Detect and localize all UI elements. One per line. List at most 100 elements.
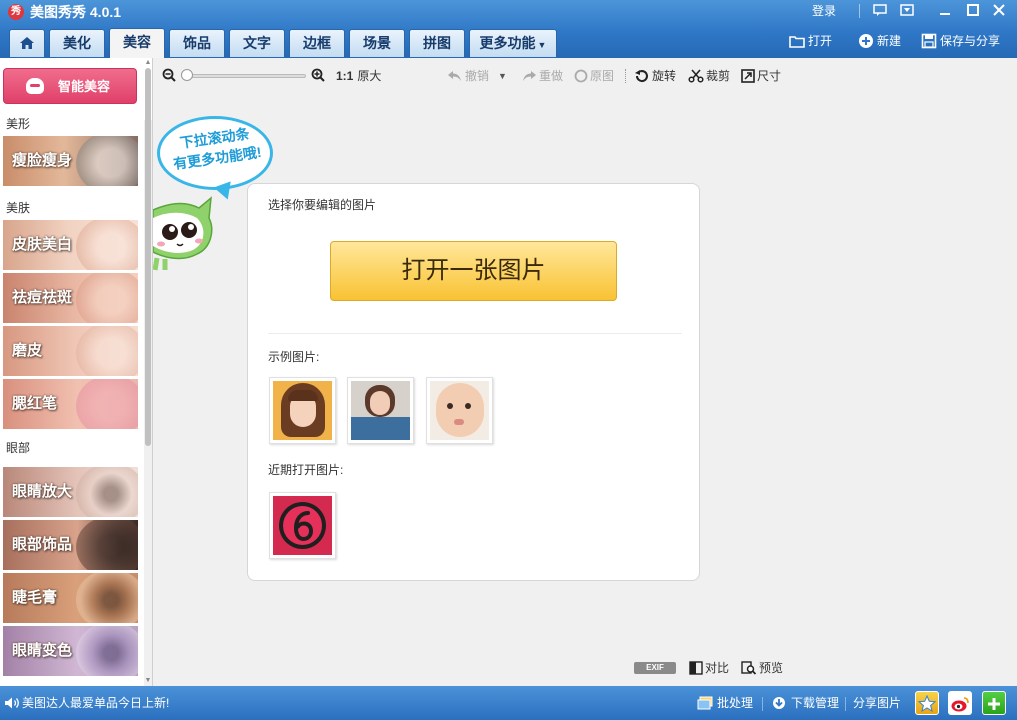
new-label: 新建 [877,34,902,48]
new-button[interactable]: 新建 [858,32,901,50]
example-thumbnail-2[interactable] [347,377,414,444]
folder-icon [789,36,805,48]
section-label-shape: 美形 [6,117,31,131]
status-separator [762,697,763,711]
original-image-button[interactable]: 原图 [574,68,614,84]
scale-icon [76,136,138,186]
recent-image-number-6 [273,496,332,555]
undo-history-dropdown[interactable]: ▼ [498,68,507,84]
tool-eye-enlarge[interactable]: 眼睛放大 [3,467,138,517]
chevron-down-icon: ▼ [498,71,507,81]
tab-text[interactable]: 文字 [229,29,285,57]
feedback-icon[interactable] [869,2,891,20]
tab-more-features[interactable]: 更多功能 ▼ [469,29,557,57]
tool-slim-face[interactable]: 瘦脸瘦身 [3,136,138,186]
tool-label: 眼睛放大 [12,483,73,500]
actual-size-button[interactable]: 1:1 原大 [336,68,381,84]
skin-icon [76,220,138,270]
tab-frame[interactable]: 边框 [289,29,345,57]
tab-scene[interactable]: 场景 [349,29,405,57]
tab-collage[interactable]: 拼图 [409,29,465,57]
resize-button[interactable]: 尺寸 [741,68,781,84]
compare-button[interactable]: 对比 [689,660,729,676]
status-separator [845,697,846,711]
crop-label: 裁剪 [706,69,731,83]
tab-beauty[interactable]: 美容 [109,28,165,58]
undo-icon [448,71,461,81]
crop-button[interactable]: 裁剪 [688,68,730,84]
scroll-down-arrow[interactable]: ▼ [144,677,152,684]
tab-home[interactable] [9,29,45,57]
tool-eye-color[interactable]: 眼睛变色 [3,626,138,676]
exif-button[interactable]: EXIF [634,662,676,674]
open-image-button[interactable]: 打开一张图片 [330,241,617,301]
tab-beautify[interactable]: 美化 [49,29,105,57]
mascot-icon [153,196,213,271]
example-thumbnail-1[interactable] [269,377,336,444]
tool-mascara[interactable]: 睫毛膏 [3,573,138,623]
tool-label: 睫毛膏 [12,589,58,606]
sample-photo-woman-bangs [273,381,332,440]
save-share-button[interactable]: 保存与分享 [921,32,1000,50]
zoom-out-button[interactable] [162,68,178,82]
qzone-star-icon[interactable] [915,691,939,715]
zoom-in-button[interactable] [311,68,327,82]
batch-button[interactable]: 批处理 [697,695,753,711]
undo-label: 撤销 [465,69,490,83]
maximize-icon[interactable] [962,2,984,20]
login-link[interactable]: 登录 [812,3,836,19]
section-label-eyes: 眼部 [6,441,31,455]
scissors-icon [688,69,704,83]
batch-label: 批处理 [717,696,754,710]
undo-button[interactable]: 撤销 [447,68,489,84]
weibo-icon[interactable] [948,691,972,715]
minimize-icon[interactable] [934,2,956,20]
original-label: 原图 [590,69,615,83]
tab-accessories[interactable]: 饰品 [169,29,225,57]
tool-acne-removal[interactable]: 祛痘祛斑 [3,273,138,323]
close-icon[interactable] [988,2,1010,20]
smart-beauty-button[interactable]: 智能美容 [3,68,137,104]
sidebar-scroll-thumb[interactable] [145,68,151,446]
sample-photo-baby [430,381,489,440]
tool-smooth-skin[interactable]: 磨皮 [3,326,138,376]
redo-button[interactable]: 重做 [521,68,563,84]
home-icon [20,37,34,49]
title-separator [859,4,860,18]
status-bar: 美图达人最爱单品今日上新! 批处理 下载管理 分享图片 [0,686,1017,720]
size-label: 尺寸 [757,69,782,83]
download-manager-button[interactable]: 下载管理 [771,695,839,711]
eye-color-icon [76,626,138,676]
recent-thumbnail-1[interactable] [269,492,336,559]
eye-icon [76,467,138,517]
news-ticker[interactable]: 美图达人最爱单品今日上新! [22,695,169,711]
recent-label: 近期打开图片: [268,463,344,477]
example-thumbnail-3[interactable] [426,377,493,444]
preview-button[interactable]: 预览 [741,660,783,676]
zoom-slider-track[interactable] [186,74,306,78]
smart-beauty-icon [26,78,44,94]
rotate-button[interactable]: 旋转 [634,68,676,84]
title-bar: 秀 美图秀秀 4.0.1 登录 美化 美容 饰品 文字 边框 场景 拼图 更多功… [0,0,1017,58]
tool-eye-accessories[interactable]: 眼部饰品 [3,520,138,570]
mascara-eye-icon [76,573,138,623]
panel-title: 选择你要编辑的图片 [268,198,377,212]
sample-photo-woman-denim [351,381,410,440]
tool-label: 皮肤美白 [12,236,73,253]
tool-blush-pen[interactable]: 腮红笔 [3,379,138,429]
menu-icon[interactable] [896,2,918,20]
chevron-down-icon: ▼ [537,40,547,50]
zoom-ratio: 1:1 [336,69,354,83]
tool-skin-whitening[interactable]: 皮肤美白 [3,220,138,270]
toolbar-separator [625,69,626,83]
rotate-label: 旋转 [652,69,677,83]
add-plus-icon[interactable] [982,691,1006,715]
zoom-slider-handle[interactable] [181,69,193,81]
batch-icon [697,696,713,710]
download-icon [773,697,785,709]
share-image-button[interactable]: 分享图片 [853,695,901,711]
open-button[interactable]: 打开 [789,32,832,50]
eyelash-icon [76,520,138,570]
scroll-up-arrow[interactable]: ▲ [144,59,152,66]
preview-label: 预览 [759,661,784,675]
